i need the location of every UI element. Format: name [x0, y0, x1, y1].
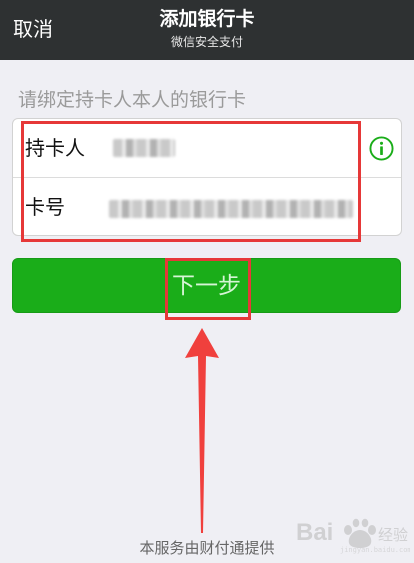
baidu-jingyan-watermark-logo: Bai 经验 jingyan.baidu.com [296, 518, 410, 554]
card-number-label: 卡号 [25, 195, 65, 219]
page-title: 添加银行卡 [159, 8, 255, 30]
svg-text:jingyan.baidu.com: jingyan.baidu.com [340, 546, 410, 554]
cardholder-label: 持卡人 [25, 136, 85, 160]
next-step-label: 下一步 [172, 273, 241, 299]
bank-card-form: 持卡人 卡号 [12, 118, 402, 236]
next-step-button[interactable]: 下一步 [12, 258, 401, 313]
annotation-arrow [185, 328, 219, 533]
info-icon[interactable] [369, 136, 394, 161]
cardholder-row[interactable]: 持卡人 [13, 119, 401, 177]
page-subtitle: 微信安全支付 [170, 35, 243, 49]
nav-title-group: 添加银行卡 微信安全支付 [0, 7, 414, 51]
svg-text:Bai: Bai [296, 519, 333, 546]
card-number-value[interactable] [109, 200, 353, 218]
svg-text:经验: 经验 [378, 526, 408, 544]
form-hint: 请绑定持卡人本人的银行卡 [18, 89, 247, 111]
navigation-bar: 取消 添加银行卡 微信安全支付 [0, 0, 414, 60]
cardholder-value[interactable] [113, 139, 175, 157]
card-number-row[interactable]: 卡号 [13, 177, 401, 235]
